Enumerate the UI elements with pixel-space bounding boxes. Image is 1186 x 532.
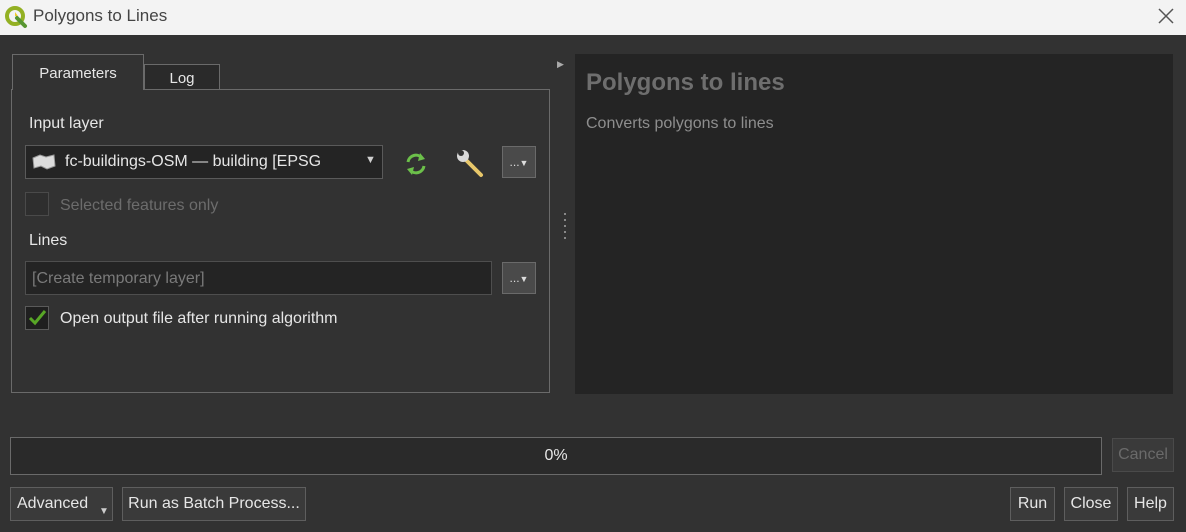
progress-bar: 0%: [10, 437, 1102, 475]
chevron-down-icon: ▼: [99, 506, 109, 517]
help-panel: Polygons to lines Converts polygons to l…: [575, 54, 1173, 394]
input-layer-options-button[interactable]: ...▼: [502, 146, 536, 178]
open-output-checkbox[interactable]: [25, 306, 49, 330]
iterate-icon[interactable]: [401, 149, 431, 179]
checkmark-icon: [28, 310, 47, 326]
batch-process-button[interactable]: Run as Batch Process...: [122, 487, 306, 521]
help-description: Converts polygons to lines: [586, 115, 774, 132]
advanced-label: Advanced: [17, 495, 89, 512]
input-layer-value: fc-buildings-OSM — building [EPSG: [65, 153, 322, 170]
title-bar: Polygons to Lines: [0, 0, 1186, 35]
open-output-label: Open output file after running algorithm: [60, 310, 338, 327]
lines-output-field[interactable]: [Create temporary layer]: [25, 261, 492, 295]
advanced-button[interactable]: Advanced ▼: [10, 487, 113, 521]
qgis-logo-icon: [5, 6, 27, 28]
lines-label: Lines: [29, 232, 68, 249]
help-button[interactable]: Help: [1127, 487, 1174, 521]
tab-log[interactable]: Log: [144, 64, 220, 90]
window-title: Polygons to Lines: [33, 6, 168, 25]
cancel-button[interactable]: Cancel: [1112, 438, 1174, 472]
selected-features-label: Selected features only: [60, 197, 219, 214]
lines-output-placeholder: [Create temporary layer]: [32, 270, 205, 287]
chevron-down-icon: ▼: [365, 154, 376, 166]
collapse-arrow-icon[interactable]: ▶: [557, 59, 564, 70]
selected-features-checkbox[interactable]: [25, 192, 49, 216]
tab-parameters[interactable]: Parameters: [12, 54, 144, 90]
help-title: Polygons to lines: [586, 69, 785, 96]
progress-text: 0%: [544, 447, 568, 464]
polygon-layer-icon: [32, 154, 56, 170]
input-layer-label: Input layer: [29, 115, 104, 132]
run-button[interactable]: Run: [1010, 487, 1055, 521]
close-button[interactable]: Close: [1064, 487, 1118, 521]
close-icon[interactable]: [1154, 4, 1178, 28]
parameters-panel: [11, 89, 550, 393]
input-layer-combo[interactable]: fc-buildings-OSM — building [EPSG ▼: [25, 145, 383, 179]
wrench-icon[interactable]: [455, 148, 485, 178]
splitter-handle[interactable]: [563, 213, 567, 241]
lines-output-options-button[interactable]: ...▼: [502, 262, 536, 294]
